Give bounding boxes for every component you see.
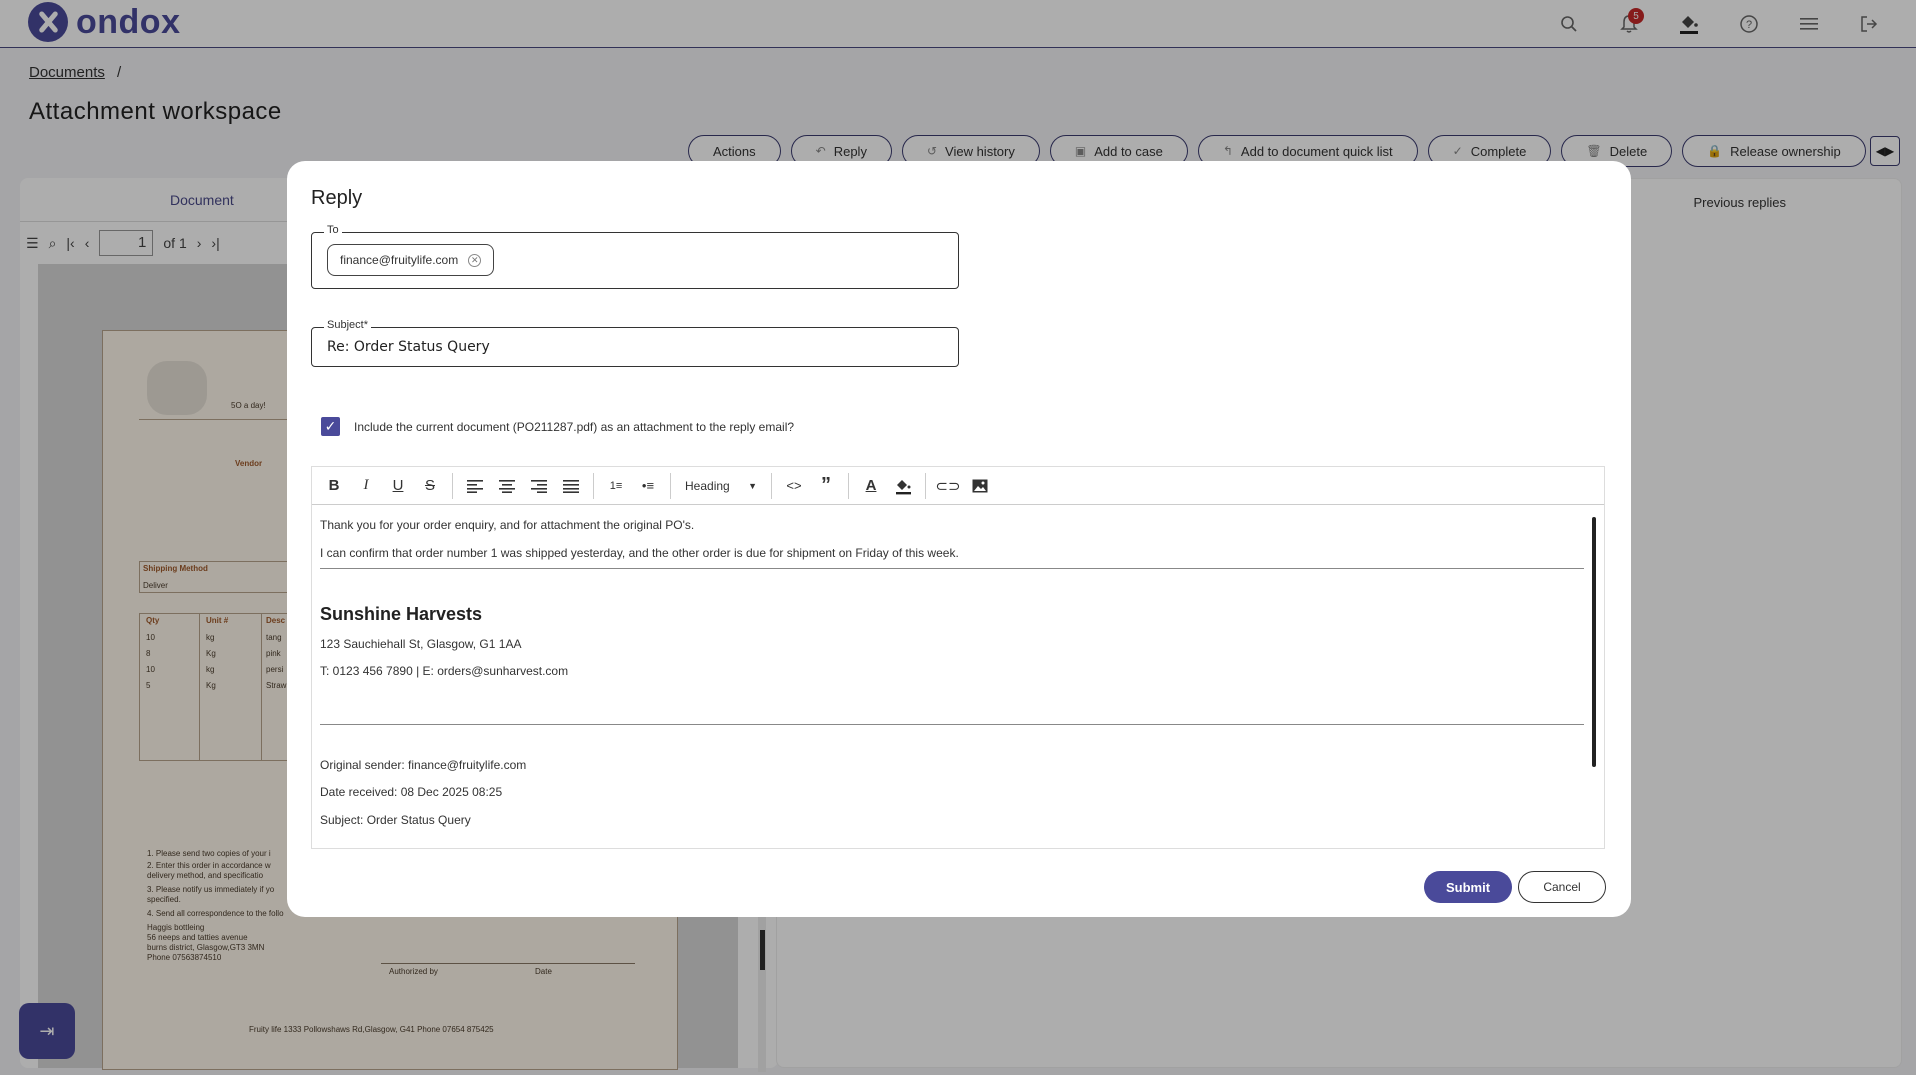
original-sender: Original sender: finance@fruitylife.com bbox=[320, 758, 527, 772]
dialog-title: Reply bbox=[311, 187, 363, 209]
signature-company: Sunshine Harvests bbox=[320, 604, 483, 624]
submit-button[interactable]: Submit bbox=[1424, 871, 1512, 903]
ordered-list-icon[interactable]: 1≡ bbox=[600, 471, 632, 501]
include-attachment-checkbox[interactable]: ✓ bbox=[321, 417, 340, 436]
body-line: Thank you for your order enquiry, and fo… bbox=[320, 518, 695, 532]
to-label: To bbox=[324, 224, 342, 236]
original-subject: Subject: Order Status Query bbox=[320, 813, 471, 827]
bold-icon[interactable]: B bbox=[318, 471, 350, 501]
include-attachment-label: Include the current document (PO211287.p… bbox=[354, 419, 795, 434]
divider bbox=[320, 724, 1584, 725]
underline-icon[interactable]: U bbox=[382, 471, 414, 501]
image-icon[interactable] bbox=[964, 471, 996, 501]
include-attachment-row: ✓ Include the current document (PO211287… bbox=[321, 417, 794, 436]
strikethrough-icon[interactable]: S bbox=[414, 471, 446, 501]
to-field[interactable]: To finance@fruitylife.com ✕ bbox=[311, 224, 959, 289]
font-color-icon[interactable]: A bbox=[855, 471, 887, 501]
editor-scrollbar-thumb[interactable] bbox=[1592, 517, 1596, 767]
align-center-icon[interactable] bbox=[491, 471, 523, 501]
signature-contact: T: 0123 456 7890 | E: orders@sunharvest.… bbox=[320, 664, 569, 678]
date-received: Date received: 08 Dec 2025 08:25 bbox=[320, 785, 503, 799]
subject-input[interactable]: Re: Order Status Query bbox=[327, 339, 490, 355]
subject-field[interactable]: Subject* Re: Order Status Query bbox=[311, 319, 959, 367]
align-justify-icon[interactable] bbox=[555, 471, 587, 501]
reply-dialog: Reply To finance@fruitylife.com ✕ Subjec… bbox=[287, 161, 1631, 917]
heading-select[interactable]: Heading ▼ bbox=[677, 472, 765, 500]
cancel-button[interactable]: Cancel bbox=[1518, 871, 1606, 903]
recipient-email: finance@fruitylife.com bbox=[340, 253, 459, 267]
signature-address: 123 Sauchiehall St, Glasgow, G1 1AA bbox=[320, 637, 522, 651]
editor-scrollbar[interactable] bbox=[1592, 511, 1598, 837]
body-line: I can confirm that order number 1 was sh… bbox=[320, 546, 959, 560]
align-right-icon[interactable] bbox=[523, 471, 555, 501]
code-icon[interactable]: <> bbox=[778, 471, 810, 501]
remove-recipient-icon[interactable]: ✕ bbox=[468, 253, 482, 267]
divider bbox=[320, 568, 1584, 569]
bullet-list-icon[interactable]: •≡ bbox=[632, 471, 664, 501]
heading-select-value: Heading bbox=[685, 478, 730, 493]
quote-icon[interactable]: ” bbox=[810, 471, 842, 501]
highlight-icon[interactable] bbox=[887, 471, 919, 501]
align-left-icon[interactable] bbox=[459, 471, 491, 501]
caret-down-icon: ▼ bbox=[748, 480, 757, 491]
italic-icon[interactable]: I bbox=[350, 471, 382, 501]
rich-text-editor: B I U S 1≡ •≡ Heading ▼ <> ” A ⊂⊃ Thank … bbox=[311, 466, 1605, 849]
editor-toolbar: B I U S 1≡ •≡ Heading ▼ <> ” A ⊂⊃ bbox=[312, 467, 1604, 505]
editor-content[interactable]: Thank you for your order enquiry, and fo… bbox=[312, 506, 1602, 849]
link-icon[interactable]: ⊂⊃ bbox=[932, 471, 964, 501]
recipient-chip[interactable]: finance@fruitylife.com ✕ bbox=[327, 244, 495, 276]
subject-label: Subject* bbox=[324, 319, 371, 331]
